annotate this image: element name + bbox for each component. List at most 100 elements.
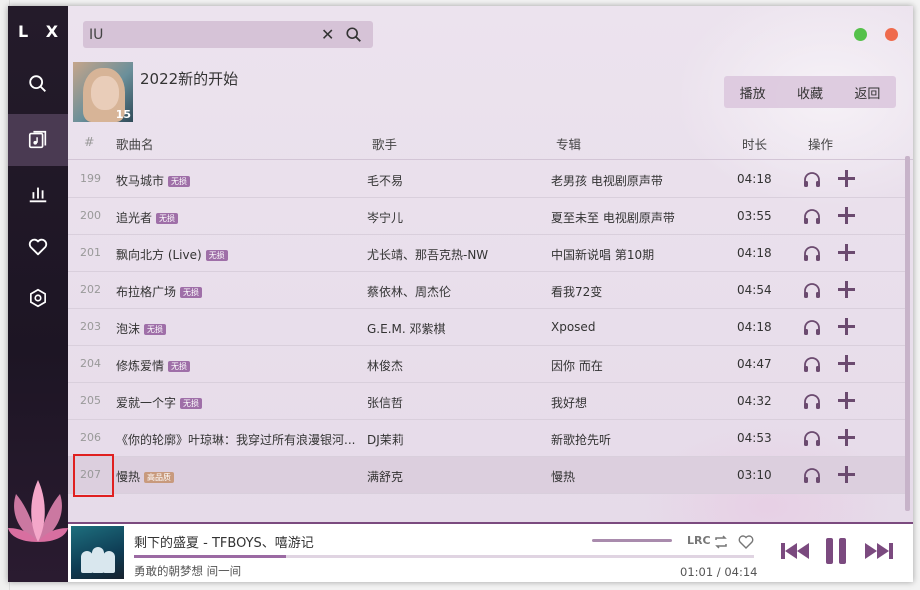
song-album[interactable]: 夏至未至 电视剧原声带 <box>551 209 716 226</box>
cover-figure <box>103 551 115 573</box>
song-title: 飘向北方 (Live) <box>116 248 202 262</box>
now-playing-cover[interactable] <box>71 526 124 579</box>
song-title: 布拉格广场 <box>116 285 177 299</box>
table-row[interactable]: 203 泡沫 无损 G.E.M. 邓紫棋 Xposed 04:18 <box>68 309 906 346</box>
song-artist[interactable]: 林俊杰 <box>367 357 547 374</box>
song-artist[interactable]: 满舒克 <box>367 468 547 485</box>
plus-icon[interactable] <box>838 317 855 336</box>
song-name[interactable]: 爱就一个字 无损 <box>116 394 362 411</box>
song-name[interactable]: 飘向北方 (Live) 无损 <box>116 246 362 263</box>
close-icon[interactable]: ✕ <box>321 25 334 44</box>
song-name[interactable]: 慢热 高品质 <box>116 468 362 485</box>
song-artist[interactable]: 张信哲 <box>367 394 547 411</box>
song-album[interactable]: 新歌抢先听 <box>551 431 716 448</box>
table-row[interactable]: 206 《你的轮廓》叶琼琳：我穿过所有浪漫银河... DJ茉莉 新歌抢先听 04:53 <box>68 420 906 457</box>
song-name[interactable]: 布拉格广场 无损 <box>116 283 362 300</box>
table-row[interactable]: 199 牧马城市 无损 毛不易 老男孩 电视剧原声带 04:18 <box>68 161 906 198</box>
song-album[interactable]: 我好想 <box>551 394 716 411</box>
song-artist[interactable]: 毛不易 <box>367 172 547 189</box>
sidebar-item-search[interactable] <box>8 58 68 110</box>
quality-badge: 无损 <box>168 361 191 372</box>
table-row[interactable]: 202 布拉格广场 无损 蔡依林、周杰伦 看我72变 04:54 <box>68 272 906 309</box>
playlist-title: 2022新的开始 <box>140 70 239 88</box>
heart-icon <box>28 238 48 256</box>
song-artist[interactable]: 尤长靖、那吾克热-NW <box>367 246 547 263</box>
header-artist: 歌手 <box>372 137 398 152</box>
table-row[interactable]: 200 追光者 无损 岑宁儿 夏至未至 电视剧原声带 03:55 <box>68 198 906 235</box>
selection-highlight-box <box>73 454 114 497</box>
table-row[interactable]: 201 飘向北方 (Live) 无损 尤长靖、那吾克热-NW 中国新说唱 第10期 04:… <box>68 235 906 272</box>
sidebar-item-favorites[interactable] <box>8 221 68 273</box>
song-name[interactable]: 泡沫 无损 <box>116 320 362 337</box>
sidebar-item-leaderboard[interactable] <box>8 168 68 220</box>
table-row[interactable]: 204 修炼爱情 无损 林俊杰 因你 而在 04:47 <box>68 346 906 383</box>
headphones-icon[interactable] <box>803 430 821 447</box>
headphones-icon[interactable] <box>803 245 821 262</box>
pause-icon[interactable] <box>823 537 849 565</box>
song-name[interactable]: 《你的轮廓》叶琼琳：我穿过所有浪漫银河... <box>116 431 362 448</box>
header-ops: 操作 <box>808 137 834 152</box>
song-name[interactable]: 牧马城市 无损 <box>116 172 362 189</box>
next-track-icon[interactable] <box>864 540 894 562</box>
row-index: 201 <box>80 246 101 259</box>
song-artist[interactable]: DJ茉莉 <box>367 431 547 448</box>
song-name[interactable]: 追光者 无损 <box>116 209 362 226</box>
back-button[interactable]: 返回 <box>854 83 880 102</box>
headphones-icon[interactable] <box>803 208 821 225</box>
search-bar: ✕ <box>83 21 373 48</box>
header-duration: 时长 <box>742 137 768 152</box>
sidebar-item-settings[interactable] <box>8 272 68 324</box>
song-duration: 04:18 <box>737 172 772 186</box>
collect-button[interactable]: 收藏 <box>797 83 823 102</box>
plus-icon[interactable] <box>838 354 855 373</box>
heart-outline-icon[interactable] <box>738 534 754 550</box>
plus-icon[interactable] <box>838 206 855 225</box>
previous-track-icon[interactable] <box>780 540 810 562</box>
song-album[interactable]: Xposed <box>551 320 716 334</box>
scrollbar[interactable] <box>905 156 910 511</box>
song-album[interactable]: 中国新说唱 第10期 <box>551 246 716 263</box>
headphones-icon[interactable] <box>803 171 821 188</box>
lyrics-toggle[interactable]: LRC <box>687 534 711 547</box>
headphones-icon[interactable] <box>803 356 821 373</box>
song-artist[interactable]: 蔡依林、周杰伦 <box>367 283 547 300</box>
table-row[interactable]: 205 爱就一个字 无损 张信哲 我好想 04:32 <box>68 383 906 420</box>
song-album[interactable]: 看我72变 <box>551 283 716 300</box>
plus-icon[interactable] <box>838 428 855 447</box>
song-duration: 04:54 <box>737 283 772 297</box>
play-all-button[interactable]: 播放 <box>740 83 766 102</box>
headphones-icon[interactable] <box>803 393 821 410</box>
search-input[interactable] <box>89 24 309 45</box>
repeat-icon[interactable] <box>713 534 729 550</box>
sidebar-item-songlist[interactable] <box>8 114 68 166</box>
sidebar: L X <box>8 6 68 582</box>
song-album[interactable]: 因你 而在 <box>551 357 716 374</box>
close-window-button[interactable] <box>885 28 898 41</box>
row-index: 200 <box>80 209 101 222</box>
quality-badge: 无损 <box>205 250 228 261</box>
headphones-icon[interactable] <box>803 467 821 484</box>
volume-slider[interactable] <box>592 539 672 542</box>
progress-bar[interactable] <box>134 555 754 558</box>
song-duration: 03:55 <box>737 209 772 223</box>
plus-icon[interactable] <box>838 465 855 484</box>
minimize-button[interactable] <box>854 28 867 41</box>
search-icon[interactable] <box>345 26 363 44</box>
table-row[interactable]: 207 慢热 高品质 满舒克 慢热 03:10 <box>68 457 906 494</box>
song-artist[interactable]: 岑宁儿 <box>367 209 547 226</box>
plus-icon[interactable] <box>838 280 855 299</box>
quality-badge: 无损 <box>144 324 167 335</box>
song-album[interactable]: 慢热 <box>551 468 716 485</box>
playlist-cover: 15 <box>73 62 133 122</box>
search-icon <box>29 75 46 92</box>
plus-icon[interactable] <box>838 391 855 410</box>
cover-face <box>91 76 119 110</box>
song-name[interactable]: 修炼爱情 无损 <box>116 357 362 374</box>
headphones-icon[interactable] <box>803 319 821 336</box>
song-title: 泡沫 <box>116 322 141 336</box>
headphones-icon[interactable] <box>803 282 821 299</box>
song-artist[interactable]: G.E.M. 邓紫棋 <box>367 320 547 337</box>
plus-icon[interactable] <box>838 243 855 262</box>
plus-icon[interactable] <box>838 169 855 188</box>
song-album[interactable]: 老男孩 电视剧原声带 <box>551 172 716 189</box>
